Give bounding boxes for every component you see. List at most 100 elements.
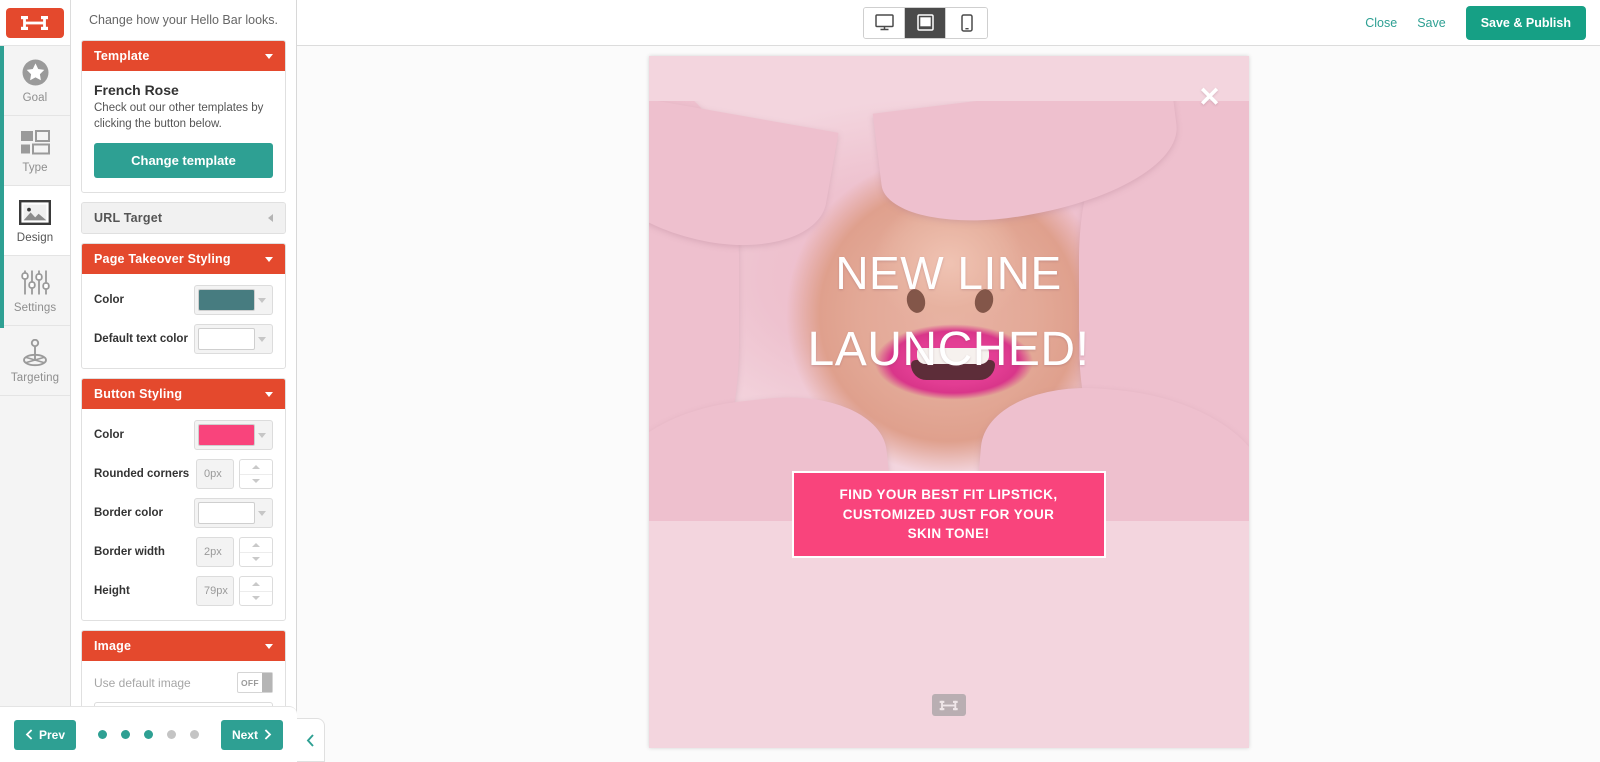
url-target-card-title: URL Target [94, 211, 163, 226]
stepper-up[interactable] [240, 577, 272, 592]
height-label: Height [94, 585, 130, 598]
use-default-image-toggle[interactable]: OFF [237, 672, 273, 694]
border-width-row: Border width 2px [94, 537, 273, 568]
stepper-down[interactable] [240, 475, 272, 489]
rounded-corners-stepper[interactable] [239, 459, 273, 490]
step-dot-1[interactable] [98, 730, 107, 739]
takeover-text-color-picker[interactable] [194, 324, 273, 355]
chevron-down-icon [255, 297, 269, 303]
sidebar-item-targeting[interactable]: Targeting [0, 326, 70, 396]
stepper-up[interactable] [240, 538, 272, 553]
hellobar-badge-icon[interactable] [931, 694, 966, 716]
button-styling-card: Button Styling Color Rounded corners 0px… [81, 378, 286, 622]
rounded-corners-row: Rounded corners 0px [94, 459, 273, 490]
template-card-header[interactable]: Template [82, 41, 285, 71]
save-button[interactable]: Save [1417, 16, 1446, 30]
cta-line-1: FIND YOUR BEST FIT LIPSTICK, [839, 487, 1058, 502]
step-dot-3[interactable] [144, 730, 153, 739]
image-card-body: Use default image OFF ian-dooley-298769-… [82, 661, 285, 706]
chevron-down-icon [265, 53, 273, 59]
step-dot-4[interactable] [167, 730, 176, 739]
next-button[interactable]: Next [220, 719, 283, 750]
hellobar-logo-icon[interactable] [6, 7, 64, 38]
chevron-down-icon [265, 391, 273, 397]
toggle-knob [261, 673, 272, 693]
device-toggle-desktop[interactable] [864, 7, 905, 38]
page-takeover-card-header[interactable]: Page Takeover Styling [82, 244, 285, 275]
rail-items: Goal Type Design Settings Targeting [0, 46, 70, 396]
border-width-label: Border width [94, 546, 165, 559]
close-x-icon[interactable]: ✕ [1197, 84, 1223, 111]
headline-line-2: LAUNCHED! [807, 322, 1090, 376]
template-card-title: Template [94, 49, 150, 63]
border-color-label: Border color [94, 507, 164, 520]
save-and-publish-button[interactable]: Save & Publish [1465, 5, 1586, 40]
stepper-up[interactable] [240, 460, 272, 475]
chevron-left-icon [25, 729, 33, 740]
chevron-down-icon [255, 336, 269, 342]
rail-active-accent [0, 46, 4, 328]
page-takeover-styling-card: Page Takeover Styling Color Default text… [81, 243, 286, 370]
button-color-row: Color [94, 420, 273, 451]
sidebar-item-goal[interactable]: Goal [0, 46, 70, 116]
collapse-panel-button[interactable] [297, 718, 325, 762]
takeover-color-picker[interactable] [194, 285, 273, 316]
sidebar-item-settings[interactable]: Settings [0, 256, 70, 326]
url-target-card-header[interactable]: URL Target [82, 203, 285, 234]
step-dots [98, 730, 199, 739]
cta-line-3: SKIN TONE! [907, 526, 990, 542]
height-input[interactable]: 79px [196, 576, 234, 607]
sidebar-item-label: Targeting [10, 371, 60, 384]
next-button-label: Next [231, 727, 258, 742]
close-button[interactable]: Close [1365, 16, 1397, 30]
change-template-button[interactable]: Change template [94, 143, 273, 179]
button-styling-card-title: Button Styling [94, 387, 183, 402]
panel-header-text: Change how your Hello Bar looks. [71, 0, 296, 40]
mobile-icon [960, 13, 973, 32]
stepper-down[interactable] [240, 592, 272, 606]
border-width-input[interactable]: 2px [196, 537, 234, 568]
chevron-down-icon [255, 432, 269, 438]
star-circle-icon [21, 58, 50, 88]
takeover-color-swatch [198, 289, 255, 312]
sidebar-item-label: Settings [13, 301, 57, 314]
chevron-down-icon [255, 510, 269, 516]
template-name: French Rose [94, 82, 179, 98]
stepper-down[interactable] [240, 553, 272, 567]
step-dot-5[interactable] [190, 730, 199, 739]
step-dot-2[interactable] [121, 730, 130, 739]
border-color-swatch [198, 502, 255, 525]
border-width-stepper[interactable] [239, 537, 273, 568]
height-stepper[interactable] [239, 576, 273, 607]
sidebar-item-type[interactable]: Type [0, 116, 70, 186]
page-takeover-card-title: Page Takeover Styling [94, 252, 231, 267]
top-actions: Close Save Save & Publish [1365, 5, 1586, 40]
takeover-text-color-swatch [198, 328, 255, 351]
desktop-icon [874, 14, 894, 31]
image-card-header[interactable]: Image [82, 631, 285, 662]
image-icon [19, 198, 51, 228]
rounded-corners-input[interactable]: 0px [196, 459, 234, 490]
preview-headline[interactable]: NEW LINE LAUNCHED! [649, 236, 1249, 388]
chevron-down-icon [265, 256, 273, 262]
device-toggle-mobile[interactable] [946, 7, 987, 38]
cta-line-2: CUSTOMIZED JUST FOR YOUR [842, 506, 1055, 522]
button-styling-card-header[interactable]: Button Styling [82, 379, 285, 410]
prev-button[interactable]: Prev [14, 719, 77, 750]
button-color-picker[interactable] [194, 420, 273, 451]
page-takeover-card-body: Color Default text color [82, 274, 285, 368]
panel-footer-nav: Prev Next [0, 706, 297, 762]
border-color-picker[interactable] [194, 498, 273, 529]
takeover-color-row: Color [94, 285, 273, 316]
preview-cta-button[interactable]: FIND YOUR BEST FIT LIPSTICK, CUSTOMIZED … [791, 471, 1106, 558]
sliders-icon [20, 268, 50, 298]
left-icon-rail: Goal Type Design Settings Targeting [0, 0, 71, 762]
device-toggle-tablet[interactable] [905, 7, 946, 38]
sidebar-item-design[interactable]: Design [0, 186, 70, 256]
use-default-image-label: Use default image [94, 675, 191, 690]
page-takeover-preview[interactable]: NEW LINE LAUNCHED! FIND YOUR BEST FIT LI… [648, 56, 1249, 748]
sidebar-item-label: Type [22, 161, 48, 174]
image-card-title: Image [94, 639, 132, 654]
panel-scroll-area[interactable]: Template French Rose Check out our other… [71, 40, 296, 706]
url-target-card: URL Target [81, 202, 286, 235]
